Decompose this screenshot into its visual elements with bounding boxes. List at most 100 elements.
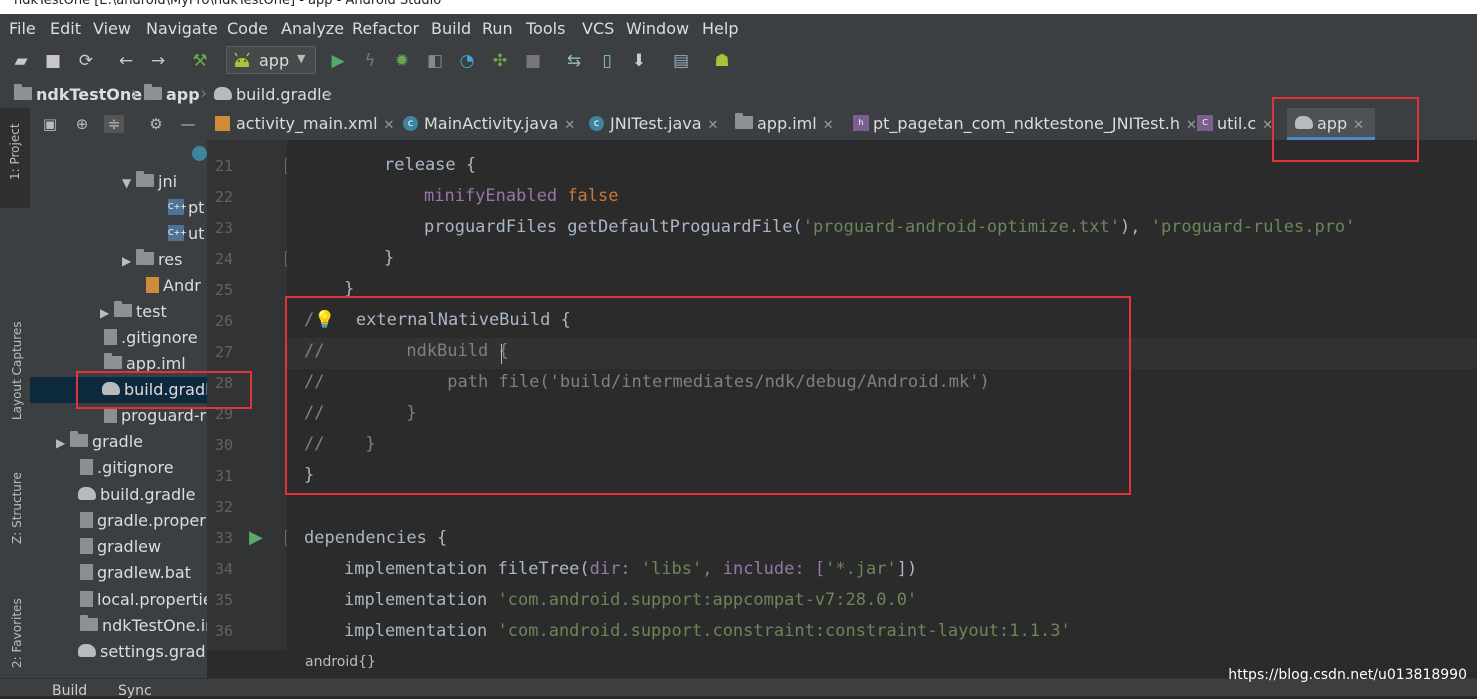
build-tool-tab[interactable]: Build <box>52 683 87 699</box>
tree-item-gradlew-bat[interactable]: gradlew.bat <box>80 560 191 586</box>
menu-view[interactable]: View <box>93 19 131 38</box>
run-gutter-icon[interactable]: ▶ <box>249 527 263 548</box>
forward-icon[interactable]: → <box>148 51 168 71</box>
line-number: 31 <box>214 467 233 485</box>
select-opened-file-icon[interactable]: ▣ <box>40 115 60 133</box>
run-config-select[interactable]: app ▼ <box>226 46 316 74</box>
line-number: 36 <box>214 622 233 640</box>
menu-refactor[interactable]: Refactor <box>352 19 419 38</box>
tree-item-manifest[interactable]: Andr <box>146 273 201 299</box>
breadcrumb-module[interactable]: app <box>144 84 200 104</box>
menu-help[interactable]: Help <box>702 19 738 38</box>
sync-icon[interactable]: ⟳ <box>76 51 96 71</box>
build-hammer-icon[interactable]: ⚒ <box>190 51 210 71</box>
folder-icon <box>114 301 132 317</box>
bat-file-icon <box>80 563 93 580</box>
menu-vcs[interactable]: VCS <box>582 19 614 38</box>
code-line-23: proguardFiles getDefaultProguardFile('pr… <box>424 217 1356 237</box>
menu-code[interactable]: Code <box>227 19 268 38</box>
gradle-sync-icon[interactable]: ⇆ <box>564 51 584 71</box>
structure-tab[interactable]: Z: Structure <box>10 472 24 544</box>
tab-activity-main-xml[interactable]: activity_main.xml ✕ <box>215 108 394 140</box>
code-line-24: } <box>384 248 395 268</box>
window-title-bar: ndkTestOne [E:\android\MyPro\ndkTestOne]… <box>0 0 1477 14</box>
tree-item-gradlew[interactable]: gradlew <box>80 534 161 560</box>
menu-tools[interactable]: Tools <box>526 19 565 38</box>
window-title: ndkTestOne [E:\android\MyPro\ndkTestOne]… <box>14 0 442 8</box>
menu-bar: File Edit View Navigate Code Analyze Ref… <box>0 14 1477 42</box>
layout-captures-tab[interactable]: Layout Captures <box>10 321 24 420</box>
collapse-all-icon[interactable]: ≑ <box>104 115 124 133</box>
project-tool-tab[interactable]: 1: Project <box>8 123 22 180</box>
target-icon[interactable]: ⊕ <box>72 115 92 133</box>
close-icon[interactable]: ✕ <box>823 118 834 133</box>
gear-icon[interactable]: ⚙ <box>146 115 166 133</box>
tree-item-ut[interactable]: C++ut <box>168 221 204 247</box>
menu-window[interactable]: Window <box>626 19 689 38</box>
tree-item-settings-gradle[interactable]: settings.gradle <box>78 639 207 665</box>
tree-item-pt[interactable]: C++pt <box>168 195 204 221</box>
menu-analyze[interactable]: Analyze <box>281 19 344 38</box>
close-icon[interactable]: ✕ <box>564 118 575 133</box>
structure-path[interactable]: android{} <box>305 654 376 670</box>
favorites-tab[interactable]: 2: Favorites <box>10 598 24 668</box>
tree-item-gradle-folder[interactable]: ▶ gradle <box>56 429 143 455</box>
open-icon[interactable]: ▰ <box>11 51 31 71</box>
highlight-box-code <box>285 296 1131 495</box>
menu-navigate[interactable]: Navigate <box>146 19 218 38</box>
android-assistant-icon[interactable]: ☗ <box>712 51 732 71</box>
tab-jnitest-java[interactable]: c JNITest.java ✕ <box>589 108 718 140</box>
close-icon[interactable]: ✕ <box>384 118 395 133</box>
breadcrumb-file[interactable]: build.gradle <box>214 85 331 104</box>
run-icon[interactable]: ▶ <box>328 51 348 71</box>
close-icon[interactable]: ✕ <box>708 118 719 133</box>
tree-item-ndktestone-iml[interactable]: ndkTestOne.im <box>80 613 207 639</box>
tree-item-local-properties[interactable]: local.propertie <box>80 587 207 613</box>
highlight-box-file <box>76 371 252 409</box>
properties-file-icon <box>80 511 93 528</box>
code-line-22: minifyEnabled false <box>424 186 619 206</box>
attach-debugger-icon[interactable]: ◧ <box>425 51 445 71</box>
module-icon <box>735 113 753 129</box>
save-icon[interactable]: ■ <box>43 51 63 71</box>
tree-item-jni[interactable]: ▼ jni <box>122 169 177 195</box>
menu-build[interactable]: Build <box>431 19 471 38</box>
android-icon <box>234 52 250 67</box>
menu-edit[interactable]: Edit <box>50 19 81 38</box>
breadcrumb-project[interactable]: ndkTestOne <box>14 84 142 104</box>
project-panel-toolbar: ▣ ⊕ ≑ ⚙ — <box>30 108 207 140</box>
run-coverage-icon[interactable]: ✣ <box>490 51 510 71</box>
breadcrumb: ndkTestOne › app › build.gradle › <box>0 80 1477 109</box>
menu-run[interactable]: Run <box>482 19 513 38</box>
tab-util-c[interactable]: Cutil.c ✕ <box>1197 108 1273 140</box>
line-number: 34 <box>214 560 233 578</box>
tree-item-root-build-gradle[interactable]: build.gradle <box>78 482 195 508</box>
folder-icon <box>70 431 88 447</box>
sync-tool-tab[interactable]: Sync <box>118 683 152 699</box>
tree-item-gradle-properties[interactable]: gradle.proper <box>80 508 206 534</box>
collapsed-arrow-icon: ▶ <box>100 306 110 320</box>
sdk-manager-icon[interactable]: ⬇ <box>629 51 649 71</box>
tree-item-gitignore[interactable]: .gitignore <box>104 325 198 351</box>
apply-changes-icon[interactable]: ϟ <box>360 51 380 71</box>
collapsed-arrow-icon: ▶ <box>56 436 66 450</box>
tree-item-test[interactable]: ▶ test <box>100 299 167 325</box>
line-number: 33 <box>214 529 233 547</box>
tab-jnitest-header[interactable]: h pt_pagetan_com_ndktestone_JNITest.h ✕ <box>853 108 1197 140</box>
avd-manager-icon[interactable]: ▯ <box>597 51 617 71</box>
hide-panel-icon[interactable]: — <box>178 115 198 133</box>
tab-mainactivity-java[interactable]: c MainActivity.java ✕ <box>403 108 575 140</box>
line-number: 32 <box>214 498 233 516</box>
profile-icon[interactable]: ◔ <box>457 51 477 71</box>
back-icon[interactable]: ← <box>116 51 136 71</box>
tab-app-iml[interactable]: app.iml ✕ <box>735 108 834 140</box>
project-structure-icon[interactable]: ▤ <box>671 51 691 71</box>
close-icon[interactable]: ✕ <box>1186 118 1197 133</box>
code-line-36: implementation 'com.android.support.cons… <box>344 621 1071 641</box>
debug-icon[interactable]: ✹ <box>392 51 412 71</box>
menu-file[interactable]: File <box>9 19 36 38</box>
stop-icon[interactable]: ■ <box>523 51 543 71</box>
module-icon <box>80 615 98 631</box>
tree-item-root-gitignore[interactable]: .gitignore <box>80 455 174 481</box>
tree-item-res[interactable]: ▶ res <box>122 247 182 273</box>
